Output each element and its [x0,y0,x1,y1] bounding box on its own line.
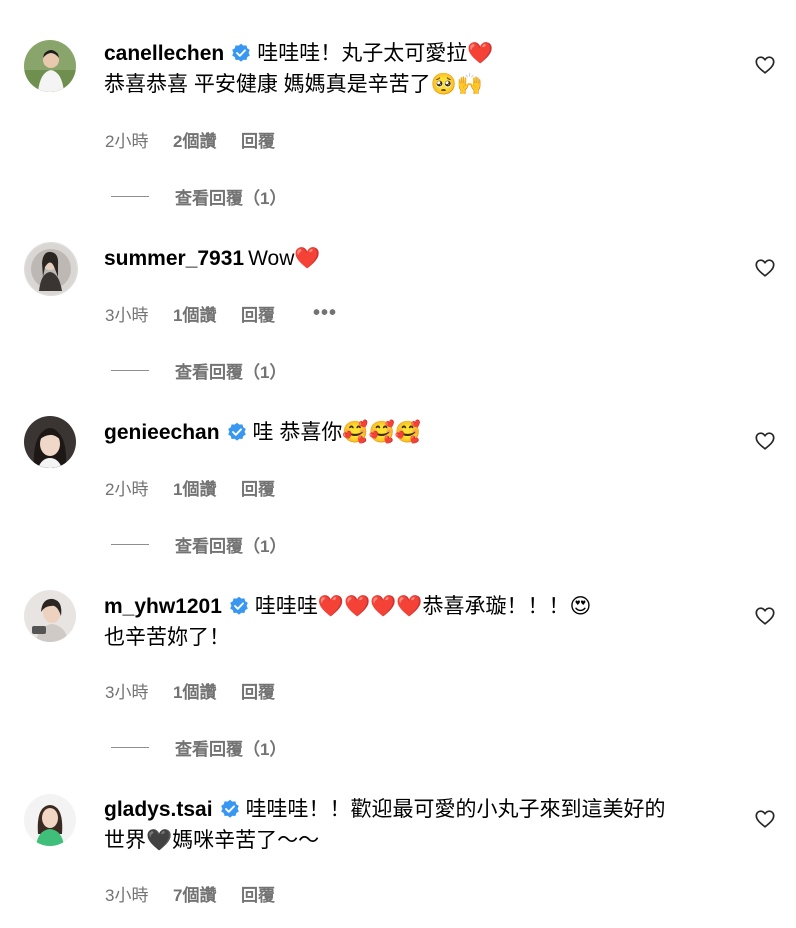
divider [111,196,149,197]
reply-button[interactable]: 回覆 [241,301,275,326]
timestamp: 2小時 [105,132,149,151]
view-replies-label: 查看回覆（1） [175,740,287,759]
timestamp: 3小時 [105,886,149,905]
timestamp: 2小時 [105,480,149,499]
comment-body: genieechan 哇 恭喜你🥰🥰🥰 [104,417,724,448]
verified-badge-icon [232,43,251,62]
timestamp: 3小時 [105,683,149,702]
avatar[interactable] [24,416,76,468]
likes-count[interactable]: 1個讚 [173,301,241,326]
heart-outline-icon[interactable] [754,257,776,279]
comment-text: Wow❤️ [248,247,321,270]
comment-body: gladys.tsai 哇哇哇！！歡迎最可愛的小丸子來到這美好的 世界🖤媽咪辛苦了… [104,794,724,856]
divider [111,747,149,748]
comment-meta: 3小時 7個讚 回覆 [105,881,275,906]
comment-text: 哇哇哇！！歡迎最可愛的小丸子來到這美好的 [245,798,666,821]
view-replies-label: 查看回覆（1） [175,189,287,208]
divider [111,370,149,371]
heart-outline-icon[interactable] [754,54,776,76]
comment-text: 也辛苦妳了！ [104,626,230,649]
heart-outline-icon[interactable] [754,430,776,452]
username[interactable]: canellechen [104,42,224,65]
reply-button[interactable]: 回覆 [241,678,275,703]
comment-body: canellechen 哇哇哇！丸子太可愛拉❤️ 恭喜恭喜 平安健康 媽媽真是辛苦… [104,38,724,100]
reply-button[interactable]: 回覆 [241,127,275,152]
view-replies-button[interactable]: 查看回覆（1） [111,184,286,209]
more-options-icon[interactable]: ••• [313,302,337,325]
heart-outline-icon[interactable] [754,605,776,627]
username[interactable]: summer_7931 [104,247,244,270]
comment-text: 哇哇哇！丸子太可愛拉❤️ [257,42,494,65]
view-replies-label: 查看回覆（1） [175,537,287,556]
comment-meta: 3小時 1個讚 回覆 [105,678,275,703]
avatar[interactable] [24,40,76,92]
comment-meta: 3小時 1個讚 回覆 ••• [105,301,337,326]
likes-count[interactable]: 1個讚 [173,678,241,703]
comment-text: 恭喜恭喜 平安健康 媽媽真是辛苦了🥺🙌 [104,73,483,96]
avatar[interactable] [24,242,78,296]
verified-badge-icon [220,799,239,818]
avatar[interactable] [24,590,76,642]
comment-text: 哇 恭喜你🥰🥰🥰 [252,421,421,444]
timestamp: 3小時 [105,306,149,325]
comment-meta: 2小時 2個讚 回覆 [105,127,275,152]
likes-count[interactable]: 7個讚 [173,881,241,906]
reply-button[interactable]: 回覆 [241,475,275,500]
comment-text: 哇哇哇❤️❤️❤️❤️恭喜承璇！！！😍 [254,595,592,618]
view-replies-button[interactable]: 查看回覆（1） [111,532,286,557]
avatar[interactable] [24,794,76,846]
likes-count[interactable]: 2個讚 [173,127,241,152]
verified-badge-icon [227,422,246,441]
divider [111,544,149,545]
view-replies-button[interactable]: 查看回覆（1） [111,358,286,383]
likes-count[interactable]: 1個讚 [173,475,241,500]
username[interactable]: genieechan [104,421,220,444]
verified-badge-icon [230,596,248,615]
username[interactable]: m_yhw1201 [104,595,222,618]
comment-body: summer_7931 Wow❤️ [104,243,724,274]
view-replies-label: 查看回覆（1） [175,363,287,382]
comment-body: m_yhw1201 哇哇哇❤️❤️❤️❤️恭喜承璇！！！😍 也辛苦妳了！ [104,591,724,653]
reply-button[interactable]: 回覆 [241,881,275,906]
view-replies-button[interactable]: 查看回覆（1） [111,735,286,760]
comment-meta: 2小時 1個讚 回覆 [105,475,275,500]
username[interactable]: gladys.tsai [104,798,213,821]
comment-text: 世界🖤媽咪辛苦了～～ [104,829,320,852]
heart-outline-icon[interactable] [754,808,776,830]
